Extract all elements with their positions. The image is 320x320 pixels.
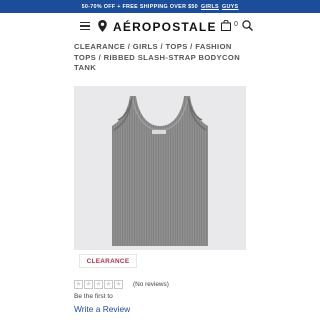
promo-link-girls[interactable]: GIRLS bbox=[201, 4, 219, 10]
product-image[interactable] bbox=[74, 86, 246, 250]
star-rating: ★ ★ ★ ★ ★ bbox=[74, 280, 123, 289]
search-icon[interactable] bbox=[242, 20, 253, 31]
breadcrumb[interactable]: CLEARANCE / GIRLS / TOPS / FASHION TOPS … bbox=[74, 42, 250, 74]
bag-count: 0 bbox=[234, 21, 238, 28]
star-icon: ★ bbox=[114, 280, 123, 289]
star-icon: ★ bbox=[94, 280, 103, 289]
site-header: AÉROPOSTALE 0 bbox=[0, 13, 320, 39]
brand-logo[interactable]: AÉROPOSTALE bbox=[113, 20, 217, 34]
clearance-badge: CLEARANCE bbox=[79, 254, 137, 268]
tank-top-illustration bbox=[112, 96, 208, 246]
write-review-link[interactable]: Write a Review bbox=[74, 304, 130, 314]
promo-banner[interactable]: 50-70% OFF + FREE SHIPPING OVER $50 GIRL… bbox=[0, 0, 320, 13]
star-icon: ★ bbox=[104, 280, 113, 289]
location-pin-icon[interactable] bbox=[98, 20, 107, 32]
be-first-text: Be the first to bbox=[74, 293, 113, 300]
review-count: (No reviews) bbox=[133, 281, 169, 288]
star-icon: ★ bbox=[84, 280, 93, 289]
menu-icon[interactable] bbox=[80, 22, 90, 30]
shopping-bag-icon[interactable] bbox=[221, 20, 231, 31]
promo-text: 50-70% OFF + FREE SHIPPING OVER $50 bbox=[81, 3, 198, 10]
promo-link-guys[interactable]: GUYS bbox=[222, 4, 238, 10]
star-icon: ★ bbox=[74, 280, 83, 289]
